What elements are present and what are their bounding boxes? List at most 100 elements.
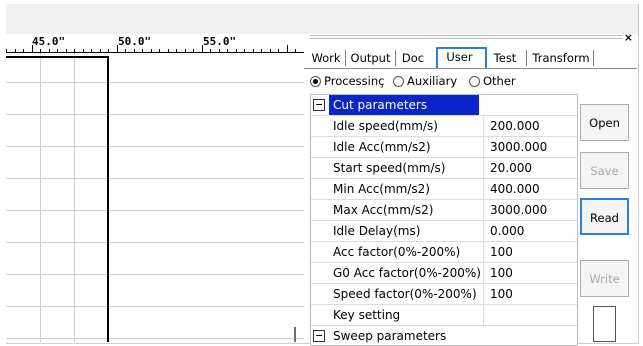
grid-line	[6, 306, 304, 307]
read-button[interactable]: Read	[579, 197, 630, 236]
radio-unchecked-icon[interactable]	[393, 75, 404, 87]
open-button[interactable]: Open	[580, 104, 629, 141]
param-row[interactable]: Idle speed(mm/s) 200.000	[311, 116, 577, 137]
grid-line	[6, 82, 304, 83]
grid-line	[6, 146, 304, 147]
section-row-cut[interactable]: Cut parameters	[311, 95, 577, 116]
ruler-label-50: 50.0"	[118, 35, 152, 48]
tab-output[interactable]: Output	[350, 50, 391, 66]
param-value[interactable]: 0.000	[483, 221, 577, 241]
tab-work[interactable]: Work	[311, 50, 341, 66]
param-name: Min Acc(mm/s2)	[333, 182, 430, 196]
ruler-label-45: 45.0"	[32, 35, 66, 48]
ruler-tick	[185, 49, 186, 52]
grid-line	[40, 53, 41, 342]
grid-line	[74, 53, 75, 342]
param-row[interactable]: Key setting	[311, 305, 577, 326]
ruler-tick	[253, 49, 254, 52]
ruler-label-55: 55.0"	[203, 35, 237, 48]
grid-line	[6, 338, 304, 339]
ruler-tick	[261, 49, 262, 52]
ruler-tick	[227, 49, 228, 52]
ruler-tick	[117, 45, 118, 52]
param-value[interactable]: 100	[483, 284, 577, 304]
collapse-icon[interactable]	[313, 330, 325, 342]
grip-line	[310, 38, 623, 39]
section-row-sweep[interactable]: Sweep parameters	[311, 326, 577, 345]
ruler-tick	[202, 45, 203, 52]
param-row[interactable]: Idle Delay(ms) 0.000	[311, 221, 577, 242]
ruler-tick	[125, 49, 126, 52]
ruler-tick	[83, 49, 84, 52]
ruler-tick	[108, 49, 109, 52]
radio-unchecked-icon[interactable]	[469, 75, 480, 87]
color-swatch-box[interactable]	[593, 306, 616, 342]
radio-processing[interactable]: Processinç	[310, 74, 384, 88]
ruler-tick	[287, 45, 288, 52]
tab-user[interactable]: User	[442, 49, 477, 65]
ruler-tick	[270, 49, 271, 52]
work-area-border	[107, 56, 109, 342]
ruler-tick	[100, 49, 101, 52]
toolbar-area	[6, 4, 638, 35]
param-row[interactable]: G0 Acc factor(0%-200%) 100	[311, 263, 577, 284]
param-row[interactable]: Speed factor(0%-200%) 100	[311, 284, 577, 305]
param-value[interactable]: 200.000	[483, 116, 577, 136]
settings-panel: × Work Output Doc User Test Transform Pr…	[304, 31, 637, 346]
ruler-tick	[278, 49, 279, 52]
write-button[interactable]: Write	[580, 260, 629, 297]
param-name: Max Acc(mm/s2)	[333, 203, 434, 217]
ruler-tick	[66, 49, 67, 52]
param-value[interactable]: 3000.000	[483, 137, 577, 157]
save-button[interactable]: Save	[580, 152, 629, 189]
grid-line	[6, 210, 304, 211]
parameter-grid[interactable]: Cut parameters Idle speed(mm/s) 200.000 …	[310, 94, 578, 346]
splitter-grip[interactable]	[294, 327, 296, 342]
param-row[interactable]: Acc factor(0%-200%) 100	[311, 242, 577, 263]
tab-separator	[345, 50, 346, 66]
collapse-icon[interactable]	[313, 99, 325, 111]
param-value[interactable]: 100	[483, 263, 577, 283]
radio-auxiliary[interactable]: Auxiliary	[393, 74, 457, 88]
section-label: Sweep parameters	[333, 329, 447, 343]
ruler-tick	[236, 49, 237, 52]
param-value[interactable]	[483, 305, 577, 325]
ruler-tick	[6, 49, 7, 52]
ruler-tick	[142, 49, 143, 52]
close-icon[interactable]: ×	[624, 31, 633, 44]
app-window: 45.0" 50.0" 55.0" × Work Output Doc User…	[0, 0, 643, 346]
param-row[interactable]: Max Acc(mm/s2) 3000.000	[311, 200, 577, 221]
ruler-tick	[295, 49, 296, 52]
tab-transform[interactable]: Transform	[532, 50, 590, 66]
ruler-tick	[23, 49, 24, 52]
tab-separator	[526, 50, 527, 66]
param-value[interactable]: 100	[483, 242, 577, 262]
param-value[interactable]: 400.000	[483, 179, 577, 199]
tab-test[interactable]: Test	[490, 50, 520, 66]
tab-separator	[395, 50, 396, 66]
param-row[interactable]: Start speed(mm/s) 20.000	[311, 158, 577, 179]
ruler-tick	[32, 45, 33, 52]
param-row[interactable]: Min Acc(mm/s2) 400.000	[311, 179, 577, 200]
ruler-tick	[219, 49, 220, 52]
tab-doc[interactable]: Doc	[400, 50, 426, 66]
section-label: Cut parameters	[329, 95, 479, 115]
ruler-tick	[193, 49, 194, 52]
param-value[interactable]: 3000.000	[483, 200, 577, 220]
param-name: Acc factor(0%-200%)	[333, 245, 461, 259]
param-name: G0 Acc factor(0%-200%)	[333, 266, 481, 280]
ruler-tick	[151, 49, 152, 52]
ruler-tick	[159, 49, 160, 52]
grid-line	[6, 274, 304, 275]
design-canvas[interactable]	[6, 53, 304, 342]
radio-checked-icon[interactable]	[310, 75, 321, 87]
ruler-tick	[134, 49, 135, 52]
radio-label: Auxiliary	[407, 74, 458, 88]
ruler-tick	[210, 49, 211, 52]
ruler-tick	[49, 49, 50, 52]
radio-other[interactable]: Other	[469, 74, 516, 88]
param-name: Start speed(mm/s)	[333, 161, 446, 175]
param-row[interactable]: Idle Acc(mm/s2) 3000.000	[311, 137, 577, 158]
panel-title-bar[interactable]: ×	[304, 31, 637, 44]
param-value[interactable]: 20.000	[483, 158, 577, 178]
